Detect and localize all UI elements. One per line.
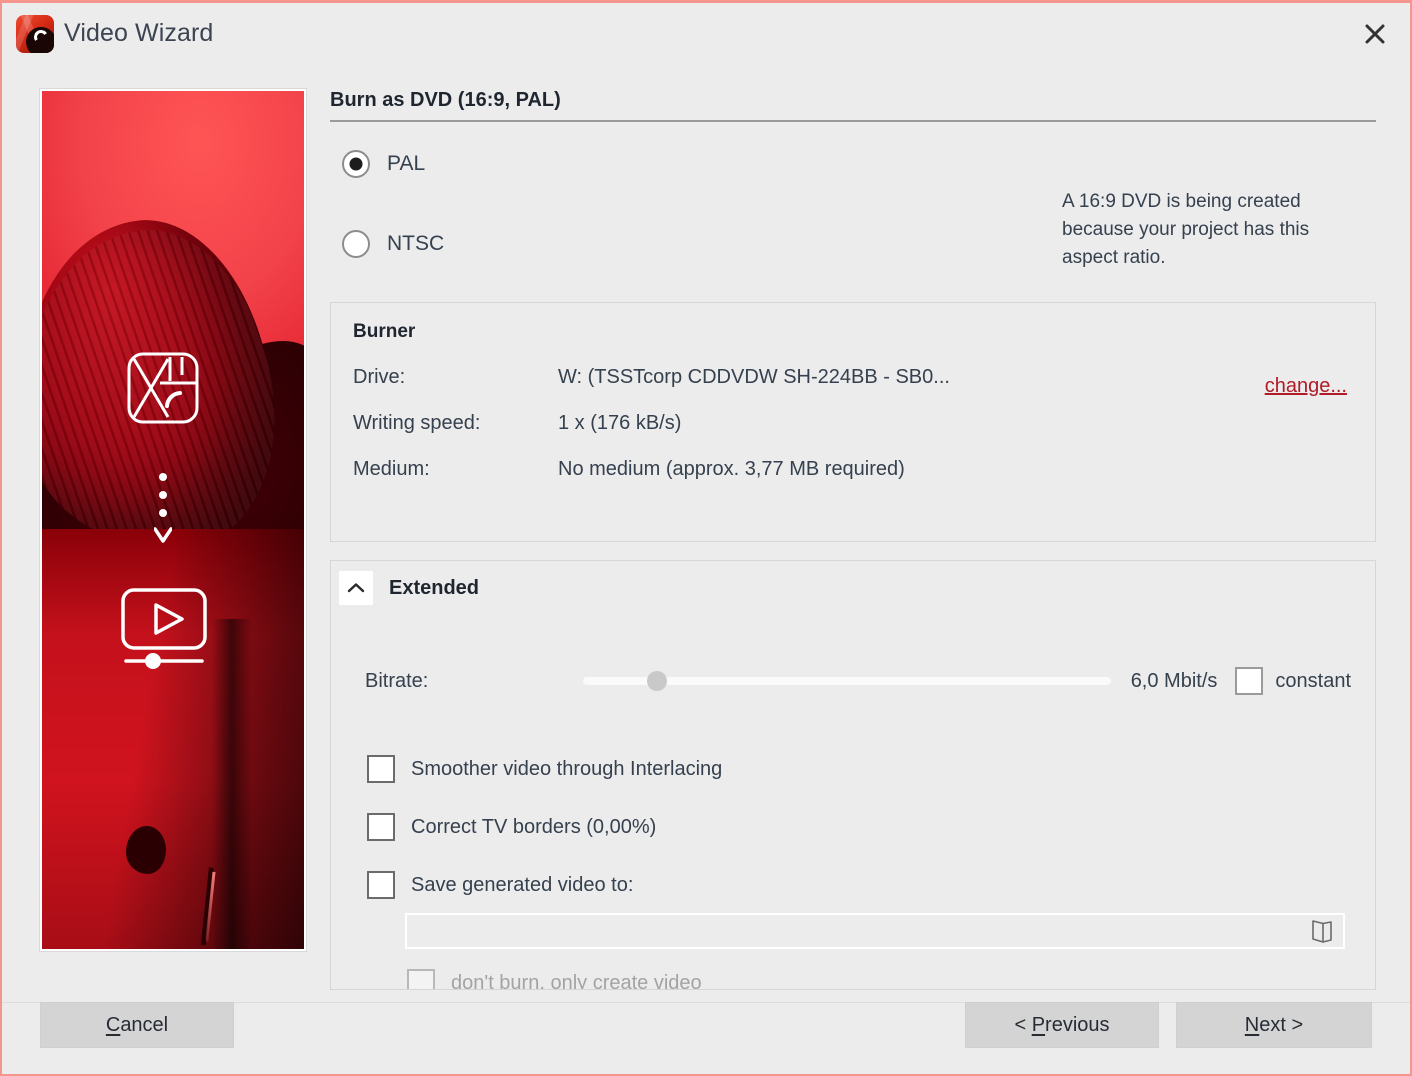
burner-row-writing-speed: Writing speed: 1 x (176 kB/s): [353, 412, 1353, 435]
title-divider: [330, 120, 1376, 122]
burner-writing-speed-value: 1 x (176 kB/s): [558, 412, 1353, 435]
burner-row-drive: Drive: W: (TSSTcorp CDDVDW SH-224BB - SB…: [353, 366, 1353, 389]
burner-writing-speed-label: Writing speed:: [353, 412, 558, 435]
constant-bitrate-checkbox[interactable]: [1235, 667, 1263, 695]
checkbox-interlacing-box: [367, 755, 395, 783]
bitrate-slider[interactable]: [583, 677, 1111, 685]
extended-panel-title: Extended: [389, 577, 479, 600]
previous-button-label: revious: [1045, 1014, 1109, 1036]
radio-ntsc-indicator: [342, 230, 370, 258]
extended-panel-header: Extended: [331, 561, 1375, 605]
checkbox-tv-borders-box: [367, 813, 395, 841]
bitrate-row: Bitrate: 6,0 Mbit/s constant: [331, 667, 1375, 695]
video-player-icon: [120, 587, 208, 671]
checkbox-save-video-box: [367, 871, 395, 899]
checkbox-interlacing[interactable]: Smoother video through Interlacing: [367, 755, 1375, 783]
wizard-preview-image: [40, 89, 306, 951]
app-logo-outline-icon: [126, 351, 200, 425]
chevron-up-icon[interactable]: [339, 571, 373, 605]
title-bar: Video Wizard: [2, 3, 1410, 65]
previous-button[interactable]: < Previous: [965, 1002, 1159, 1048]
constant-bitrate-label: constant: [1275, 670, 1351, 693]
page-title: Burn as DVD (16:9, PAL): [330, 89, 1376, 120]
save-path-field[interactable]: [405, 913, 1345, 949]
burner-drive-label: Drive:: [353, 366, 558, 389]
checkbox-dont-burn-label: don't burn, only create video: [451, 972, 702, 991]
video-wizard-window: Video Wizard: [0, 0, 1412, 1076]
next-button-label: ext: [1259, 1014, 1286, 1036]
checkbox-tv-borders-label: Correct TV borders (0,00%): [411, 816, 656, 839]
checkbox-interlacing-label: Smoother video through Interlacing: [411, 758, 722, 781]
window-title: Video Wizard: [64, 19, 213, 48]
cancel-button-label: ancel: [120, 1014, 168, 1036]
next-button[interactable]: Next >: [1176, 1002, 1372, 1048]
checkbox-dont-burn-box: [407, 969, 435, 990]
open-folder-icon[interactable]: [1305, 916, 1339, 946]
change-drive-link[interactable]: change...: [1265, 375, 1347, 398]
main-content: Burn as DVD (16:9, PAL) PAL NTSC A 16:9 …: [330, 89, 1376, 990]
radio-pal-indicator: [342, 150, 370, 178]
extended-panel: Extended Bitrate: 6,0 Mbit/s constant Sm…: [330, 560, 1376, 990]
radio-ntsc-label: NTSC: [387, 232, 444, 256]
burner-medium-value: No medium (approx. 3,77 MB required): [558, 458, 1353, 481]
burner-panel: Burner Drive: W: (TSSTcorp CDDVDW SH-224…: [330, 302, 1376, 542]
burner-row-medium: Medium: No medium (approx. 3,77 MB requi…: [353, 458, 1353, 481]
cancel-button[interactable]: Cancel: [40, 1002, 234, 1048]
checkbox-tv-borders[interactable]: Correct TV borders (0,00%): [367, 813, 1375, 841]
checkbox-save-video[interactable]: Save generated video to:: [367, 871, 1375, 899]
burner-medium-label: Medium:: [353, 458, 558, 481]
burner-panel-title: Burner: [353, 321, 1353, 343]
bitrate-slider-thumb[interactable]: [647, 671, 667, 691]
checkbox-dont-burn: don't burn, only create video: [407, 969, 1375, 990]
dotted-down-arrow-icon: [154, 471, 172, 551]
aspect-ratio-note: A 16:9 DVD is being created because your…: [1062, 188, 1362, 272]
radio-pal[interactable]: PAL: [342, 144, 1376, 184]
close-icon[interactable]: [1354, 15, 1396, 53]
app-logo-icon: [16, 15, 54, 53]
burner-drive-value: W: (TSSTcorp CDDVDW SH-224BB - SB0...: [558, 366, 1353, 389]
radio-pal-label: PAL: [387, 152, 425, 176]
bitrate-label: Bitrate:: [365, 670, 583, 693]
checkbox-save-video-label: Save generated video to:: [411, 874, 633, 897]
bitrate-value: 6,0 Mbit/s: [1131, 670, 1218, 693]
